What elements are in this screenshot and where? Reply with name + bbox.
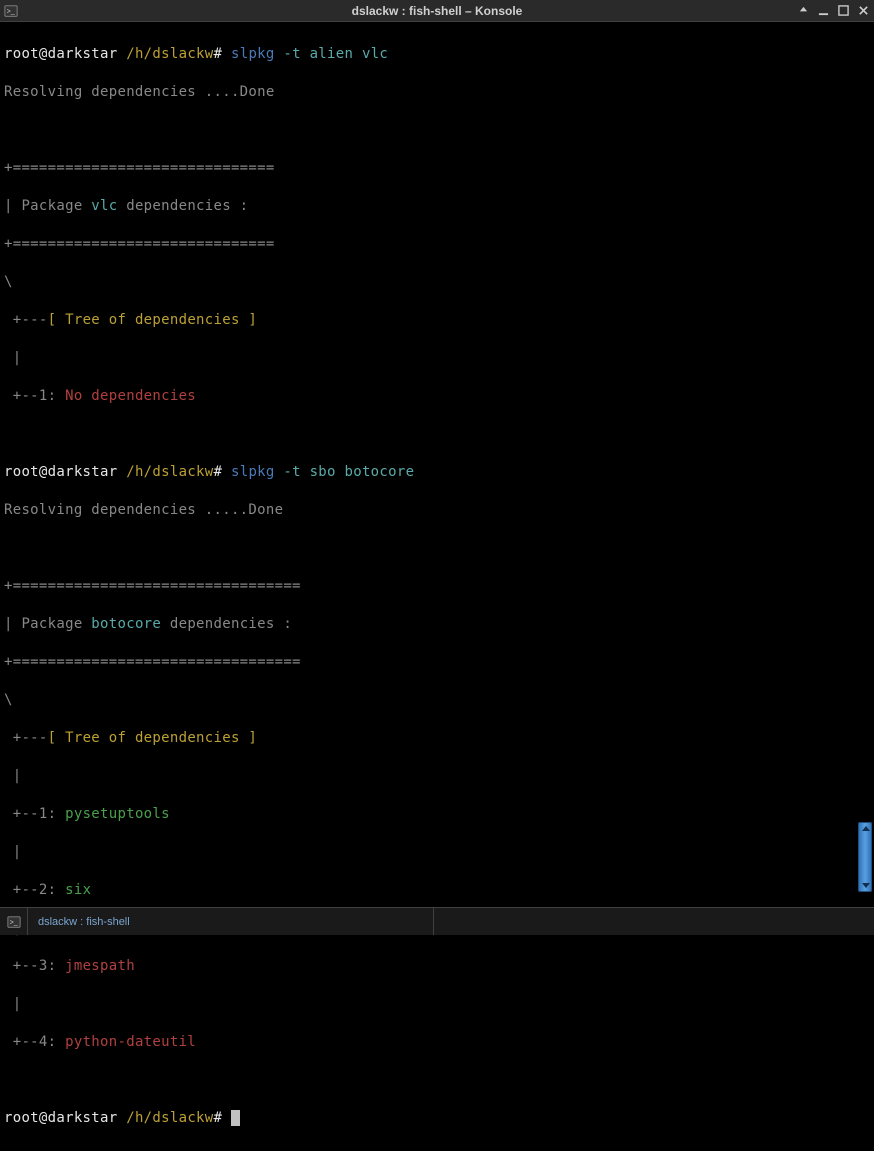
- dep-item: +--1: pysetuptools: [4, 805, 870, 824]
- prompt-symbol: #: [214, 1110, 223, 1126]
- tree-label: [ Tree of dependencies ]: [48, 312, 258, 328]
- prompt-userhost: root@darkstar: [4, 46, 117, 62]
- svg-text:>_: >_: [9, 919, 17, 926]
- prompt-path: /h/dslackw: [126, 1110, 213, 1126]
- border-line: +=================================: [4, 653, 870, 672]
- cmd-repo: alien: [310, 46, 354, 62]
- tree-branch: |: [4, 995, 870, 1014]
- svg-text:>_: >_: [7, 8, 15, 15]
- minimize-icon[interactable]: [816, 4, 830, 18]
- tree-label: [ Tree of dependencies ]: [48, 730, 258, 746]
- dep-value: No dependencies: [65, 388, 196, 404]
- dep-item: +--4: python-dateutil: [4, 1033, 870, 1052]
- app-icon: >_: [4, 4, 18, 18]
- tab-active[interactable]: dslackw : fish-shell: [28, 908, 434, 935]
- prompt-line: root@darkstar /h/dslackw#: [4, 1109, 870, 1128]
- prompt-path: /h/dslackw: [126, 46, 213, 62]
- blank-line: [4, 121, 870, 140]
- cursor: [231, 1110, 240, 1126]
- blank-line: [4, 425, 870, 444]
- cmd-pkg: vlc: [362, 46, 388, 62]
- scrollbar[interactable]: [858, 822, 872, 892]
- tree-header: +---[ Tree of dependencies ]: [4, 729, 870, 748]
- cmd-flag: -t: [283, 464, 300, 480]
- window-title: dslackw : fish-shell – Konsole: [352, 4, 523, 18]
- scroll-up-icon[interactable]: [862, 826, 870, 831]
- package-line: | Package botocore dependencies :: [4, 615, 870, 634]
- package-line: | Package vlc dependencies :: [4, 197, 870, 216]
- prompt-userhost: root@darkstar: [4, 464, 117, 480]
- cmd-prog: slpkg: [231, 464, 275, 480]
- tab-label: dslackw : fish-shell: [38, 916, 130, 928]
- prompt-symbol: #: [214, 464, 223, 480]
- maximize-icon[interactable]: [836, 4, 850, 18]
- tree-slash: \: [4, 273, 870, 292]
- tab-bar: >_ dslackw : fish-shell: [0, 907, 874, 935]
- dep-item: +--2: six: [4, 881, 870, 900]
- close-icon[interactable]: [856, 4, 870, 18]
- blank-line: [4, 539, 870, 558]
- prompt-symbol: #: [214, 46, 223, 62]
- border-line: +==============================: [4, 159, 870, 178]
- window-controls: [796, 4, 870, 18]
- dep-value: pysetuptools: [65, 806, 170, 822]
- tree-branch: |: [4, 349, 870, 368]
- dep-value: jmespath: [65, 958, 135, 974]
- package-name: botocore: [91, 616, 161, 632]
- cmd-prog: slpkg: [231, 46, 275, 62]
- dep-value: python-dateutil: [65, 1034, 196, 1050]
- tree-branch: |: [4, 767, 870, 786]
- terminal-output[interactable]: root@darkstar /h/dslackw# slpkg -t alien…: [0, 22, 874, 1151]
- terminal-icon: >_: [7, 915, 21, 929]
- tree-header: +---[ Tree of dependencies ]: [4, 311, 870, 330]
- prompt-line: root@darkstar /h/dslackw# slpkg -t alien…: [4, 45, 870, 64]
- cmd-repo: sbo: [310, 464, 336, 480]
- dep-value: six: [65, 882, 91, 898]
- new-tab-button[interactable]: >_: [0, 908, 28, 935]
- resolving-line: Resolving dependencies ....Done: [4, 83, 870, 102]
- cmd-flag: -t: [283, 46, 300, 62]
- border-line: +==============================: [4, 235, 870, 254]
- package-name: vlc: [91, 198, 117, 214]
- prompt-line: root@darkstar /h/dslackw# slpkg -t sbo b…: [4, 463, 870, 482]
- blank-line: [4, 1071, 870, 1090]
- prompt-path: /h/dslackw: [126, 464, 213, 480]
- keep-above-icon[interactable]: [796, 4, 810, 18]
- resolving-line: Resolving dependencies .....Done: [4, 501, 870, 520]
- window-titlebar: >_ dslackw : fish-shell – Konsole: [0, 0, 874, 22]
- dep-item: +--1: No dependencies: [4, 387, 870, 406]
- cmd-pkg: botocore: [345, 464, 415, 480]
- prompt-userhost: root@darkstar: [4, 1110, 117, 1126]
- scroll-down-icon[interactable]: [862, 883, 870, 888]
- tree-branch: |: [4, 843, 870, 862]
- border-line: +=================================: [4, 577, 870, 596]
- tree-slash: \: [4, 691, 870, 710]
- dep-item: +--3: jmespath: [4, 957, 870, 976]
